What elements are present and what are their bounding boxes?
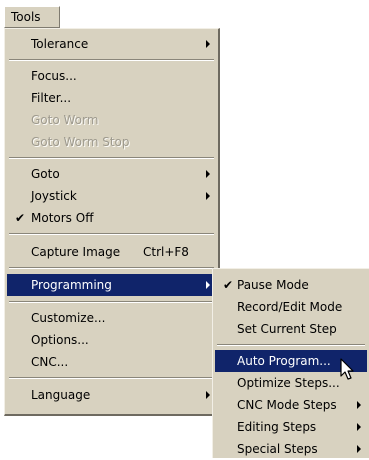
menu-item-label: CNC Mode Steps [237, 398, 337, 412]
menu-separator [9, 233, 214, 235]
menu-item-editing-steps[interactable]: Editing Steps [215, 416, 367, 438]
menu-item-goto-worm-stop: Goto Worm Stop [7, 131, 216, 153]
menu-item-special-steps[interactable]: Special Steps [215, 438, 367, 460]
menu-item-options[interactable]: Options... [7, 329, 216, 351]
menu-item-label: Options... [31, 333, 89, 347]
menu-item-label: Record/Edit Mode [237, 300, 343, 314]
tools-menu: Tolerance Focus... Filter... Goto Worm G… [4, 28, 220, 416]
menu-item-cnc-mode-steps[interactable]: CNC Mode Steps [215, 394, 367, 416]
menu-item-label: Editing Steps [237, 420, 317, 434]
chevron-right-icon [357, 401, 361, 409]
menu-item-label: Motors Off [31, 211, 94, 225]
menu-item-label: Language [31, 388, 91, 402]
menu-item-capture-image[interactable]: Capture Image Ctrl+F8 [7, 241, 216, 263]
menu-item-filter[interactable]: Filter... [7, 87, 216, 109]
menu-item-record-edit-mode[interactable]: Record/Edit Mode [215, 296, 367, 318]
chevron-right-icon [357, 445, 361, 453]
menu-separator [217, 344, 365, 346]
shortcut-label: Ctrl+F8 [143, 245, 189, 259]
check-icon: ✔ [223, 278, 234, 292]
tools-menu-label: Tools [11, 10, 41, 24]
menu-separator [9, 59, 214, 61]
menu-item-customize[interactable]: Customize... [7, 307, 216, 329]
menu-separator [9, 157, 214, 159]
chevron-right-icon [357, 423, 361, 431]
menu-item-label: Joystick [31, 189, 77, 203]
menu-item-label: Optimize Steps... [237, 376, 340, 390]
chevron-right-icon [206, 391, 210, 399]
menu-separator [9, 377, 214, 379]
chevron-right-icon [206, 281, 210, 289]
menu-item-tolerance[interactable]: Tolerance [7, 33, 216, 55]
menu-item-label: Filter... [31, 91, 72, 105]
menu-item-label: Goto Worm [31, 113, 99, 127]
menu-item-label: Set Current Step [237, 322, 337, 336]
menu-item-label: Programming [31, 278, 112, 292]
menu-item-label: Goto Worm Stop [31, 135, 130, 149]
menu-item-joystick[interactable]: Joystick [7, 185, 216, 207]
menu-item-label: Focus... [31, 69, 77, 83]
menu-item-set-current-step[interactable]: Set Current Step [215, 318, 367, 340]
menu-item-label: CNC... [31, 355, 69, 369]
menu-item-label: Pause Mode [237, 278, 309, 292]
menu-item-goto[interactable]: Goto [7, 163, 216, 185]
menu-item-focus[interactable]: Focus... [7, 65, 216, 87]
chevron-right-icon [206, 192, 210, 200]
mouse-pointer-icon [340, 358, 354, 380]
menu-item-label: Customize... [31, 311, 106, 325]
menu-item-label: Auto Program... [237, 354, 331, 368]
menu-item-language[interactable]: Language [7, 384, 216, 406]
menu-item-label: Tolerance [31, 37, 89, 51]
menu-item-label: Goto [31, 167, 60, 181]
menu-item-label: Special Steps [237, 442, 318, 456]
menu-item-programming[interactable]: Programming [7, 274, 216, 296]
tools-menu-button[interactable]: Tools [4, 6, 60, 28]
menu-item-label: Capture Image [31, 245, 121, 259]
check-icon: ✔ [15, 211, 26, 225]
menu-separator [9, 267, 214, 269]
menu-item-pause-mode[interactable]: ✔ Pause Mode [215, 274, 367, 296]
menu-item-goto-worm: Goto Worm [7, 109, 216, 131]
menu-item-motors-off[interactable]: ✔ Motors Off [7, 207, 216, 229]
menu-separator [9, 301, 214, 303]
chevron-right-icon [206, 40, 210, 48]
chevron-right-icon [206, 170, 210, 178]
menu-item-cnc[interactable]: CNC... [7, 351, 216, 373]
